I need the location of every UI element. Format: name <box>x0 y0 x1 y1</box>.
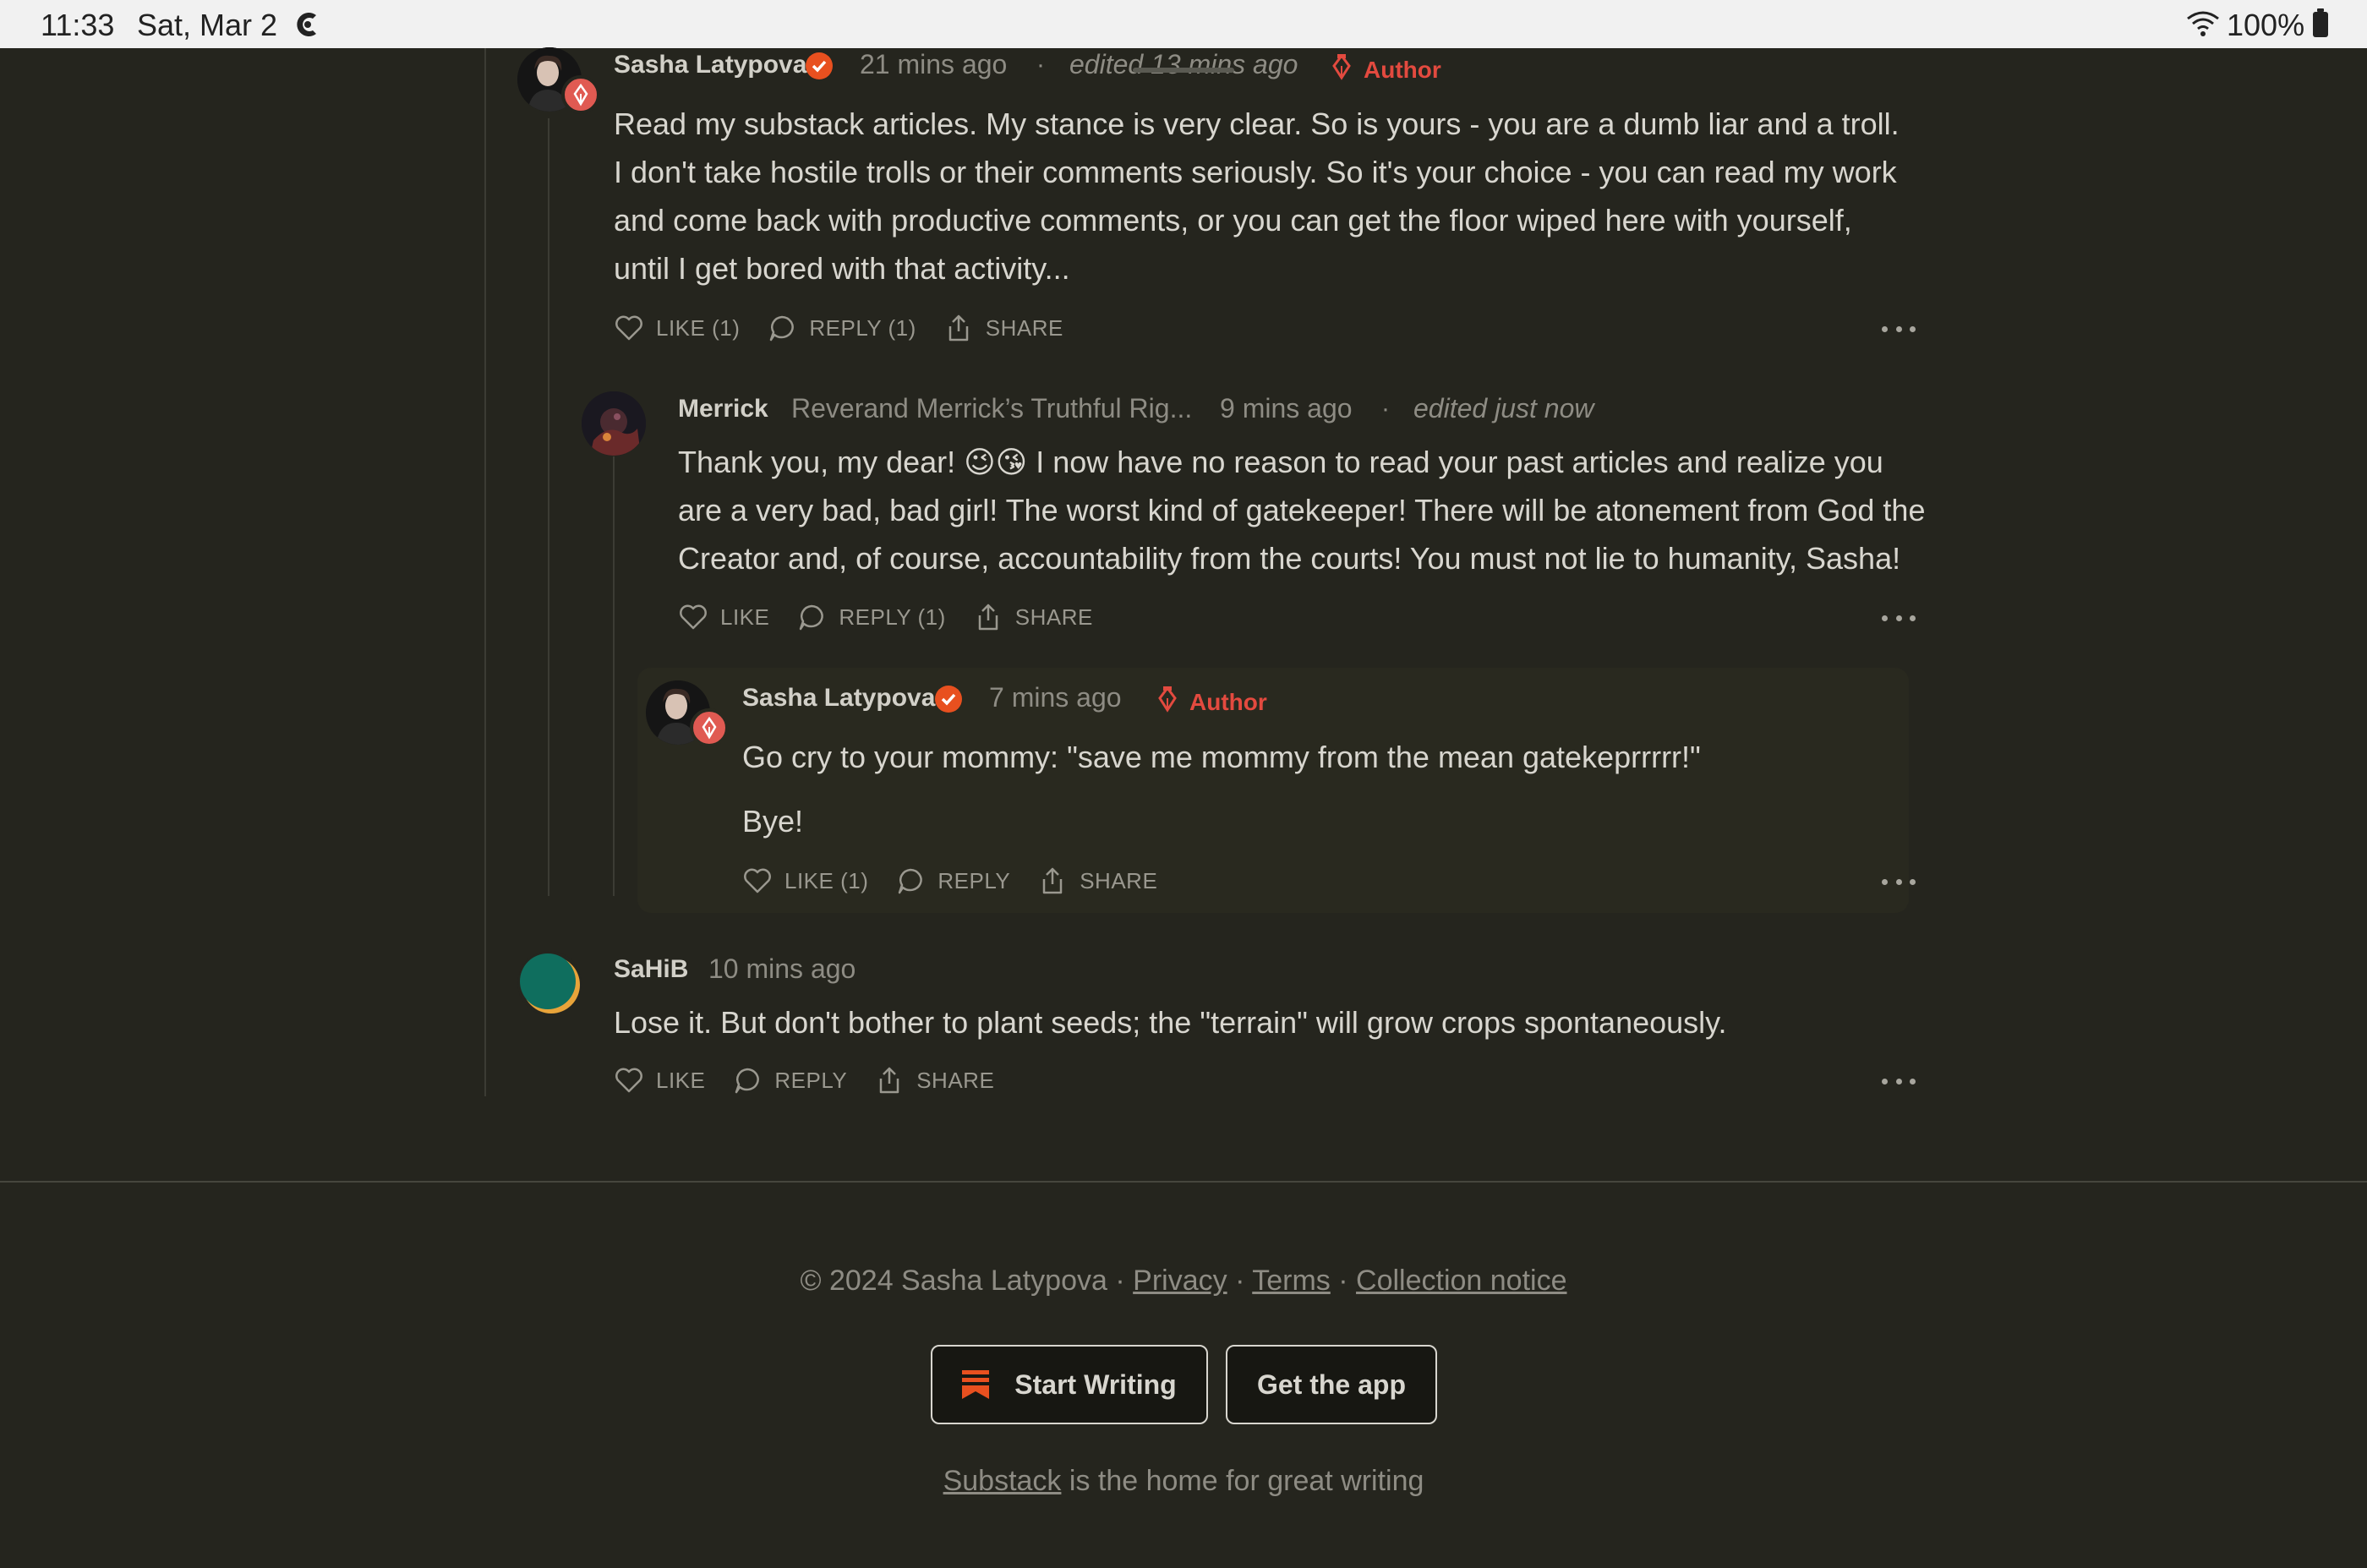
comment-author[interactable]: SaHiB <box>614 955 688 984</box>
edited-label: edited 13 mins ago <box>1069 49 1298 79</box>
get-app-button[interactable]: Get the app <box>1226 1345 1437 1424</box>
heart-icon <box>744 868 771 893</box>
reply-button[interactable]: REPLY <box>895 866 1010 896</box>
footer-divider <box>0 1181 2367 1183</box>
comment-icon <box>899 868 923 894</box>
separator: · <box>1235 1265 1245 1297</box>
privacy-link[interactable]: Privacy <box>1133 1265 1227 1297</box>
comment-author[interactable]: Sasha Latypova <box>742 684 935 713</box>
thread-line <box>613 456 615 896</box>
author-label: Author <box>1364 57 1441 83</box>
share-button[interactable]: SHARE <box>1037 866 1157 896</box>
like-button[interactable]: LIKE <box>678 602 769 632</box>
copyright: © 2024 Sasha Latypova <box>800 1265 1107 1297</box>
more-options-icon[interactable] <box>1882 609 1916 626</box>
share-button[interactable]: SHARE <box>874 1065 994 1095</box>
quill-badge-icon <box>561 75 600 114</box>
reply-button[interactable]: REPLY (1) <box>796 602 945 632</box>
start-writing-button[interactable]: Start Writing <box>931 1345 1208 1424</box>
terms-link[interactable]: Terms <box>1252 1265 1331 1297</box>
substack-link[interactable]: Substack <box>943 1465 1062 1497</box>
status-date: Sat, Mar 2 <box>137 8 278 42</box>
tagline: Substack is the home for great writing <box>0 1465 2367 1498</box>
footer-links: © 2024 Sasha Latypova · Privacy · Terms … <box>0 1265 2367 1298</box>
heart-icon <box>680 604 707 630</box>
wifi-icon <box>2187 11 2219 36</box>
comment-time[interactable]: 9 mins ago <box>1220 393 1353 424</box>
comment-actions: LIKE REPLY SHARE <box>614 1063 1021 1097</box>
separator: · <box>1338 1265 1348 1297</box>
like-button[interactable]: LIKE <box>614 1065 705 1095</box>
comment-actions: LIKE (1) REPLY (1) SHARE <box>614 311 1091 345</box>
scroll-indicator <box>1133 68 1234 73</box>
heart-icon <box>615 1068 642 1093</box>
comment-icon <box>770 315 795 341</box>
separator-dot: · <box>1036 51 1045 79</box>
share-icon <box>978 604 998 631</box>
heart-icon <box>615 315 642 341</box>
share-icon <box>948 314 968 341</box>
comment-actions: LIKE (1) REPLY SHARE <box>742 864 1184 898</box>
more-options-icon[interactable] <box>1882 1073 1916 1090</box>
verified-icon <box>806 52 833 79</box>
comment-time[interactable]: 7 mins ago <box>989 682 1122 713</box>
separator-dot: · <box>1381 395 1390 423</box>
status-bar: 11:33 Sat, Mar 2 100% <box>0 0 2367 48</box>
quill-icon <box>1158 686 1177 713</box>
comment-icon <box>800 604 824 631</box>
get-app-label: Get the app <box>1256 1369 1406 1400</box>
start-writing-label: Start Writing <box>1014 1369 1177 1400</box>
battery-icon <box>2313 8 2328 37</box>
comment-body: Read my substack articles. My stance is … <box>614 107 1900 286</box>
comment-actions: LIKE REPLY (1) SHARE <box>678 600 1120 634</box>
separator: · <box>1115 1265 1125 1297</box>
battery-text: 100% <box>2227 8 2305 42</box>
share-button[interactable]: SHARE <box>973 602 1093 632</box>
quill-badge-icon <box>690 708 729 747</box>
comment-icon <box>735 1068 760 1094</box>
comment-author[interactable]: Merrick <box>678 395 768 423</box>
share-icon <box>879 1067 899 1094</box>
comment-body-line: Bye! <box>742 804 804 839</box>
substack-logo-icon <box>962 1370 990 1399</box>
app-notification-icon <box>297 13 316 36</box>
comment-body-line: Go cry to your mommy: "save me mommy fro… <box>742 740 1701 774</box>
more-options-icon[interactable] <box>1882 873 1916 890</box>
collection-notice-link[interactable]: Collection notice <box>1356 1265 1566 1297</box>
share-button[interactable]: SHARE <box>943 313 1063 343</box>
comment-author[interactable]: Sasha Latypova <box>614 51 806 79</box>
status-time: 11:33 <box>41 8 115 42</box>
author-label: Author <box>1189 689 1267 715</box>
edited-label: edited just now <box>1413 393 1594 423</box>
share-icon <box>1042 867 1063 894</box>
more-options-icon[interactable] <box>1882 320 1916 337</box>
like-button[interactable]: LIKE (1) <box>614 313 740 343</box>
comment-time[interactable]: 21 mins ago <box>860 49 1007 80</box>
quill-icon <box>1332 54 1351 80</box>
comment-time[interactable]: 10 mins ago <box>708 953 856 985</box>
thread-line <box>548 118 549 896</box>
tagline-text: is the home for great writing <box>1061 1465 1424 1497</box>
publication-name[interactable]: Reverand Merrick’s Truthful Rig... <box>791 393 1192 424</box>
reply-button[interactable]: REPLY <box>732 1065 847 1095</box>
thread-line <box>484 48 486 1096</box>
comment-body: Thank you, my dear! 😉😘 I now have no rea… <box>678 445 1926 576</box>
avatar[interactable] <box>582 391 646 456</box>
comment-body: Lose it. But don't bother to plant seeds… <box>614 1005 1727 1040</box>
like-button[interactable]: LIKE (1) <box>742 866 868 896</box>
verified-icon <box>935 686 962 713</box>
avatar[interactable] <box>517 951 582 1015</box>
reply-button[interactable]: REPLY (1) <box>767 313 916 343</box>
